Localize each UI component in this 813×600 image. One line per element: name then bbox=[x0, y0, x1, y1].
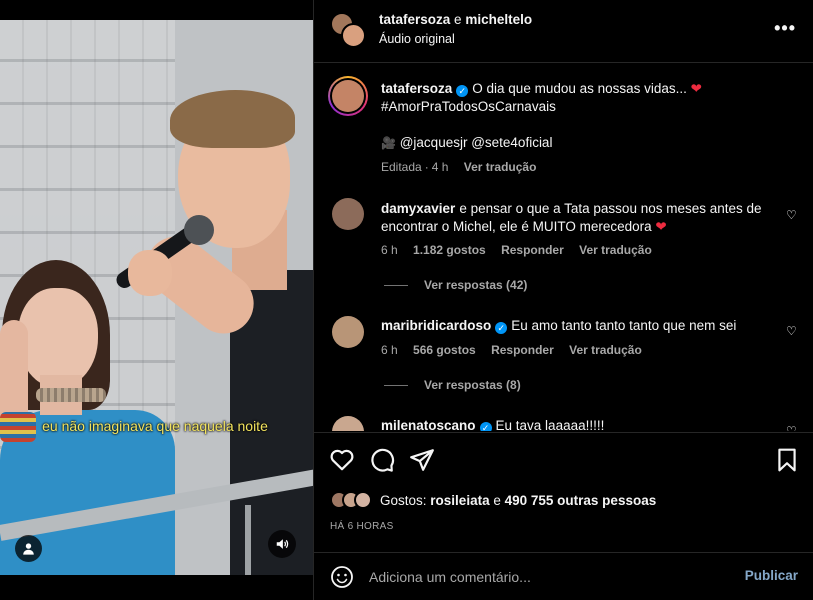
comment-meta: 6 h 1.182 gostos Responder Ver tradução bbox=[381, 243, 664, 257]
comment-time: 6 h bbox=[381, 243, 398, 257]
comment-username[interactable]: maribridicardoso bbox=[381, 318, 491, 333]
reply-button[interactable]: Responder bbox=[491, 343, 554, 357]
author-link-1[interactable]: tatafersoza bbox=[379, 12, 450, 27]
share-icon[interactable] bbox=[409, 447, 435, 473]
bookmark-icon[interactable] bbox=[774, 447, 800, 473]
comment: milenatoscano ✓ Eu tava laaaaa!!!!! bbox=[381, 417, 781, 431]
post-timestamp[interactable]: HÁ 6 HORAS bbox=[330, 521, 394, 532]
speaker-icon bbox=[276, 539, 289, 549]
avatar bbox=[354, 491, 372, 509]
view-replies-button[interactable]: Ver respostas (8) bbox=[384, 378, 521, 392]
comment-time: 6 h bbox=[381, 343, 398, 357]
audio-link[interactable]: Áudio original bbox=[379, 32, 455, 46]
heart-emoji: ❤ bbox=[690, 81, 702, 96]
avatar[interactable] bbox=[332, 198, 364, 230]
author-link-2[interactable]: micheltelo bbox=[465, 12, 532, 27]
like-comment-icon[interactable]: ♡ bbox=[786, 324, 798, 338]
collab-avatars[interactable] bbox=[330, 12, 366, 48]
man-hand bbox=[128, 250, 172, 296]
add-comment-bar: Publicar bbox=[314, 552, 813, 600]
avatar[interactable] bbox=[332, 316, 364, 348]
translate-link[interactable]: Ver tradução bbox=[569, 343, 642, 357]
emoji-icon[interactable] bbox=[330, 565, 354, 589]
avatar[interactable] bbox=[332, 416, 364, 431]
caption-text: O dia que mudou as nossas vidas... bbox=[472, 81, 687, 96]
verified-icon: ✓ bbox=[479, 422, 492, 431]
translate-link[interactable]: Ver tradução bbox=[464, 160, 537, 174]
comment-input[interactable] bbox=[369, 565, 729, 589]
camera-emoji: 🎥 bbox=[381, 136, 396, 150]
publish-button[interactable]: Publicar bbox=[745, 568, 798, 583]
video-player[interactable]: eu não imaginava que naquela noite bbox=[0, 0, 313, 600]
comments-list[interactable]: tatafersoza ✓ O dia que mudou as nossas vi… bbox=[314, 64, 813, 431]
choker-necklace bbox=[36, 388, 106, 402]
post-authors: tatafersoza e micheltelo bbox=[379, 12, 532, 27]
likes-summary: Gostos: rosileiata e 490 755 outras pess… bbox=[330, 489, 656, 511]
comment-likes[interactable]: 566 gostos bbox=[413, 343, 476, 357]
caption-username[interactable]: tatafersoza bbox=[381, 81, 452, 96]
author-joiner: e bbox=[454, 12, 462, 27]
comment: damyxavier e pensar o que a Tata passou n… bbox=[381, 200, 781, 236]
comment-meta: 6 h 566 gostos Responder Ver tradução bbox=[381, 343, 654, 357]
likes-count-link[interactable]: 490 755 outras pessoas bbox=[505, 493, 657, 508]
avatar[interactable] bbox=[328, 76, 368, 116]
comment-username[interactable]: damyxavier bbox=[381, 201, 455, 216]
mentions-link[interactable]: @jacquesjr @sete4oficial bbox=[400, 135, 553, 150]
person-icon bbox=[23, 543, 34, 555]
mute-button[interactable] bbox=[268, 530, 296, 558]
likes-label: Gostos: bbox=[380, 492, 427, 508]
post-actions: Gostos: rosileiata e 490 755 outras pess… bbox=[314, 432, 813, 542]
reply-button[interactable]: Responder bbox=[501, 243, 564, 257]
more-options-button[interactable]: ••• bbox=[774, 18, 796, 39]
comment: maribridicardoso ✓ Eu amo tanto tanto tant… bbox=[381, 317, 781, 335]
comment-text: Eu tava laaaaa!!!!! bbox=[495, 418, 605, 431]
comment-icon[interactable] bbox=[369, 447, 395, 473]
liked-by-link[interactable]: rosileiata bbox=[430, 493, 489, 508]
likes-text: Gostos: rosileiata e 490 755 outras pess… bbox=[380, 493, 656, 508]
post-caption: tatafersoza ✓ O dia que mudou as nossas vi… bbox=[381, 80, 781, 116]
caption-mentions-line: 🎥 @jacquesjr @sete4oficial bbox=[381, 134, 781, 152]
comment-text: Eu amo tanto tanto tanto que nem sei bbox=[511, 318, 737, 333]
likes-joiner: e bbox=[493, 492, 501, 508]
heart-icon[interactable] bbox=[329, 447, 355, 473]
comment-username[interactable]: milenatoscano bbox=[381, 418, 476, 431]
post-header: tatafersoza e micheltelo Áudio original … bbox=[314, 0, 813, 63]
man-hair bbox=[170, 90, 295, 148]
railing-post bbox=[245, 505, 251, 575]
video-frame[interactable]: eu não imaginava que naquela noite bbox=[0, 20, 313, 575]
like-comment-icon[interactable]: ♡ bbox=[786, 424, 798, 431]
edited-label: Editada bbox=[381, 160, 422, 174]
caption-time: 4 h bbox=[431, 160, 449, 174]
woman-face bbox=[18, 288, 98, 388]
verified-icon: ✓ bbox=[456, 85, 469, 97]
hashtag-link[interactable]: #AmorPraTodosOsCarnavais bbox=[381, 99, 556, 114]
post-panel: tatafersoza e micheltelo Áudio original … bbox=[313, 0, 813, 600]
like-comment-icon[interactable]: ♡ bbox=[786, 208, 798, 222]
verified-icon: ✓ bbox=[495, 322, 508, 334]
comment-likes[interactable]: 1.182 gostos bbox=[413, 243, 486, 257]
translate-link[interactable]: Ver tradução bbox=[579, 243, 652, 257]
video-subtitle: eu não imaginava que naquela noite bbox=[42, 418, 268, 434]
avatar[interactable] bbox=[341, 23, 366, 48]
microphone-head bbox=[184, 215, 214, 245]
caption-meta: Editada · 4 h Ver tradução bbox=[381, 160, 537, 174]
view-replies-button[interactable]: Ver respostas (42) bbox=[384, 278, 527, 292]
heart-emoji: ❤ bbox=[655, 219, 667, 234]
tagged-users-button[interactable] bbox=[15, 535, 42, 562]
